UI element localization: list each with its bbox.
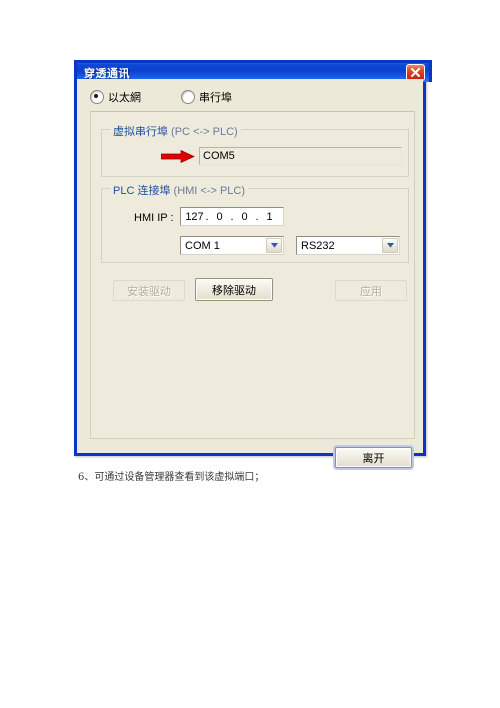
plc-interface-value: RS232 [301,239,335,252]
ip-octet-2[interactable]: 0 [210,211,230,223]
virtual-serial-port-group: 虚拟串行埠 (PC <-> PLC) COM5 [101,123,409,177]
plc-com-port-select[interactable]: COM 1 [180,236,284,255]
dialog-client-area: 以太網 串行埠 虚拟串行埠 (PC <-> PLC) COM5 PLC 连接埠 … [77,79,423,468]
install-driver-button: 安装驱动 [113,280,185,301]
ip-octet-1[interactable]: 127 [185,211,205,223]
connection-mode-radio-group: 以太網 串行埠 [90,89,272,105]
apply-button: 应用 [335,280,407,301]
hmi-ip-input[interactable]: 127 . 0 . 0 . 1 [180,207,284,226]
ip-octet-4[interactable]: 1 [260,211,280,223]
virtual-port-value: COM5 [203,150,235,162]
red-right-arrow-icon [160,149,195,164]
plc-connection-group-title-main: PLC 连接埠 [113,185,171,197]
chevron-down-icon[interactable] [382,238,398,253]
virtual-serial-port-group-title-main: 虚拟串行埠 [113,126,168,138]
ip-octet-3[interactable]: 0 [235,211,255,223]
chevron-down-icon[interactable] [266,238,282,253]
radio-serial-port-label: 串行埠 [199,92,232,104]
plc-com-port-value: COM 1 [185,239,220,252]
leave-button[interactable]: 离开 [335,447,412,468]
hmi-ip-label: HMI IP : [134,212,174,224]
virtual-port-input[interactable]: COM5 [199,147,402,165]
settings-panel: 虚拟串行埠 (PC <-> PLC) COM5 PLC 连接埠 (HMI <->… [90,111,415,439]
remove-driver-button[interactable]: 移除驱动 [195,278,273,301]
passthrough-communication-dialog: 穿透通讯 以太網 串行埠 虚拟串行埠 (PC <-> PLC) COM5 PLC… [74,60,432,468]
radio-serial-port[interactable]: 串行埠 [181,89,232,105]
virtual-serial-port-group-title-suffix: (PC <-> PLC) [168,126,238,138]
virtual-serial-port-group-title: 虚拟串行埠 (PC <-> PLC) [110,123,241,139]
plc-connection-group: PLC 连接埠 (HMI <-> PLC) HMI IP : 127 . 0 .… [101,182,409,263]
page-caption: 6、可通过设备管理器查看到该虚拟端口； [78,472,265,483]
radio-ethernet-label: 以太網 [108,92,141,104]
plc-connection-group-title: PLC 连接埠 (HMI <-> PLC) [110,182,249,198]
plc-connection-group-title-suffix: (HMI <-> PLC) [170,185,246,197]
radio-serial-port-mark [181,90,195,104]
radio-ethernet-mark [90,90,104,104]
radio-ethernet[interactable]: 以太網 [90,89,141,105]
plc-interface-select[interactable]: RS232 [296,236,400,255]
